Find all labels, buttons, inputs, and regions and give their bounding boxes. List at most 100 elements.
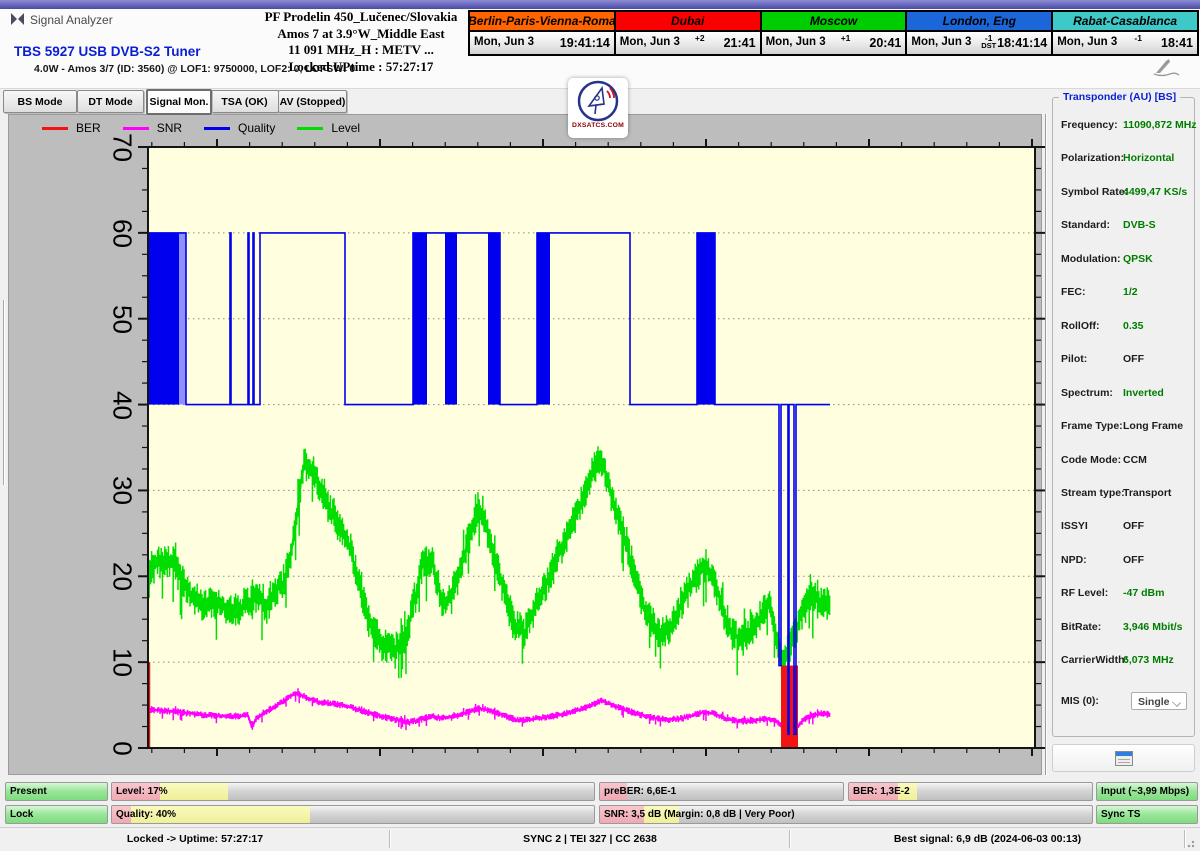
field-label: Polarization: bbox=[1061, 152, 1124, 164]
status-sync: SYNC 2 | TEI 327 | CC 2638 bbox=[390, 833, 790, 845]
field-value: 11090,872 MHz bbox=[1123, 119, 1197, 131]
field-value: Transport bbox=[1123, 487, 1171, 499]
clock-london-eng: London, EngMon, Jun 3-1DST18:41:14 bbox=[905, 10, 1053, 56]
show-window-button[interactable] bbox=[1052, 744, 1195, 772]
field-value: 4499,47 KS/s bbox=[1123, 186, 1187, 198]
transponder-row-rf-level: RF Level: -47 dBm bbox=[1061, 587, 1189, 601]
mis-select[interactable]: Single bbox=[1131, 692, 1187, 710]
transponder-row-carrierwidth: CarrierWidth:6,073 MHz bbox=[1061, 654, 1189, 668]
clock-date: Mon, Jun 3 bbox=[1057, 36, 1117, 48]
meter-lock: Lock bbox=[5, 805, 108, 824]
resize-grip[interactable] bbox=[1187, 838, 1197, 848]
transponder-row-fec: FEC:1/2 bbox=[1061, 286, 1189, 300]
legend-item-ber: BER bbox=[42, 121, 101, 135]
clock-city-label: Berlin-Paris-Vienna-Roma bbox=[470, 12, 614, 32]
transponder-row-frequency: Frequency:11090,872 MHz bbox=[1061, 119, 1189, 133]
field-label: ISSYI bbox=[1061, 520, 1088, 532]
meter-label: Input (~3,99 Mbps) bbox=[1101, 786, 1189, 797]
tuner-title: TBS 5927 USB DVB-S2 Tuner bbox=[14, 44, 201, 59]
meter-label: preBER: 6,6E-1 bbox=[604, 786, 676, 797]
tab-signal-mon[interactable]: Signal Mon. bbox=[146, 89, 212, 115]
meter-label: Sync TS bbox=[1101, 809, 1140, 820]
site-info-line: Locked UPtime : 57:27:17 bbox=[250, 59, 472, 76]
legend-item-quality: Quality bbox=[204, 121, 275, 135]
tab-tsa-ok[interactable]: TSA (OK) bbox=[210, 90, 279, 113]
world-clocks: Berlin-Paris-Vienna-RomaMon, Jun 319:41:… bbox=[468, 10, 1199, 56]
clock-dubai: DubaiMon, Jun 3+221:41 bbox=[614, 10, 762, 56]
window-list-icon bbox=[1115, 751, 1133, 766]
clock-date: Mon, Jun 3 bbox=[620, 36, 680, 48]
status-separator bbox=[389, 830, 391, 848]
dxsatcs-logo: DXSATCS.COM bbox=[568, 78, 628, 138]
app-antenna-icon bbox=[10, 12, 25, 26]
legend-item-level: Level bbox=[297, 121, 360, 135]
field-value: Horizontal bbox=[1123, 152, 1174, 164]
meter-label: SNR: 3,5 dB (Margin: 0,8 dB | Very Poor) bbox=[604, 809, 795, 820]
clock-city-label: Rabat-Casablanca bbox=[1053, 12, 1197, 32]
meter-present: Present bbox=[5, 782, 108, 801]
status-uptime: Locked -> Uptime: 57:27:17 bbox=[0, 833, 390, 845]
meter-level: Level: 17% bbox=[111, 782, 595, 801]
transponder-row-polarization: Polarization:Horizontal bbox=[1061, 152, 1189, 166]
field-value: DVB-S bbox=[1123, 219, 1156, 231]
tab-dt-mode[interactable]: DT Mode bbox=[77, 90, 144, 113]
field-label: RollOff: bbox=[1061, 320, 1100, 332]
field-label: Spectrum: bbox=[1061, 387, 1113, 399]
field-label: NPD: bbox=[1061, 554, 1087, 566]
clock-time: 18:41 bbox=[1161, 36, 1193, 50]
panel-splitter[interactable] bbox=[1045, 114, 1047, 775]
clock-time-row: Mon, Jun 319:41:14 bbox=[470, 32, 614, 54]
field-label: RF Level: bbox=[1061, 587, 1108, 599]
legend-swatch-level bbox=[297, 127, 323, 130]
clock-time-row: Mon, Jun 3+120:41 bbox=[762, 32, 906, 54]
y-tick-label-20: 20 bbox=[107, 560, 138, 594]
legend-label: Level bbox=[331, 121, 360, 135]
meter-label: Quality: 40% bbox=[116, 809, 176, 820]
transponder-row-symbol-rate: Symbol Rate:4499,47 KS/s bbox=[1061, 186, 1189, 200]
field-label: Standard: bbox=[1061, 219, 1110, 231]
signature-icon bbox=[1150, 57, 1184, 77]
legend-label: BER bbox=[76, 121, 101, 135]
legend-swatch-quality bbox=[204, 127, 230, 130]
clock-city-label: Moscow bbox=[762, 12, 906, 32]
meter-quality: Quality: 40% bbox=[111, 805, 595, 824]
field-value: 1/2 bbox=[1123, 286, 1138, 298]
y-tick-label-70: 70 bbox=[107, 131, 138, 165]
signal-monitor-plot bbox=[134, 137, 1049, 760]
legend-label: Quality bbox=[238, 121, 275, 135]
field-value: 3,946 Mbit/s bbox=[1123, 621, 1183, 633]
meter-preber: preBER: 6,6E-1 bbox=[599, 782, 844, 801]
clock-utc-offset: +1 bbox=[841, 32, 851, 42]
transponder-groupbox: Frequency:11090,872 MHzPolarization:Hori… bbox=[1052, 97, 1195, 737]
meter-label: Lock bbox=[10, 809, 33, 820]
tab-bs-mode[interactable]: BS Mode bbox=[3, 90, 77, 113]
clock-time: 21:41 bbox=[724, 36, 756, 50]
site-info-block: PF Prodelin 450_Lučenec/Slovakia Amos 7 … bbox=[250, 9, 472, 75]
clock-utc-offset: -1 bbox=[1134, 32, 1142, 42]
field-label: Frequency: bbox=[1061, 119, 1118, 131]
field-label: MIS (0): bbox=[1061, 695, 1099, 707]
field-value: Inverted bbox=[1123, 387, 1164, 399]
y-tick-label-50: 50 bbox=[107, 302, 138, 336]
clock-berlin-paris-vienna-roma: Berlin-Paris-Vienna-RomaMon, Jun 319:41:… bbox=[468, 10, 616, 56]
clock-time-row: Mon, Jun 3 -1 18:41 bbox=[1053, 32, 1197, 54]
transponder-row-standard: Standard: DVB-S bbox=[1061, 219, 1189, 233]
clock-dst-flag: DST bbox=[981, 42, 996, 50]
clock-time: 18:41:14 bbox=[997, 36, 1047, 50]
satellite-dish-icon bbox=[575, 78, 621, 124]
y-tick-label-10: 10 bbox=[107, 646, 138, 680]
field-label: Modulation: bbox=[1061, 253, 1120, 265]
field-value: -47 dBm bbox=[1123, 587, 1164, 599]
site-info-line: 11 091 MHz_H : METV ... bbox=[250, 42, 472, 59]
logo-text: DXSATCS.COM bbox=[572, 122, 624, 129]
clock-date: Mon, Jun 3 bbox=[911, 36, 971, 48]
field-value: 0.35 bbox=[1123, 320, 1143, 332]
legend-swatch-snr bbox=[123, 127, 149, 130]
field-label: CarrierWidth: bbox=[1061, 654, 1128, 666]
meter-snr: SNR: 3,5 dB (Margin: 0,8 dB | Very Poor) bbox=[599, 805, 1093, 824]
clock-date: Mon, Jun 3 bbox=[474, 36, 534, 48]
left-frame-groove bbox=[3, 300, 5, 485]
tab-av-stopped[interactable]: AV (Stopped) bbox=[278, 90, 347, 113]
meter-label: Present bbox=[10, 786, 47, 797]
site-info-line: Amos 7 at 3.9°W_Middle East bbox=[250, 26, 472, 43]
